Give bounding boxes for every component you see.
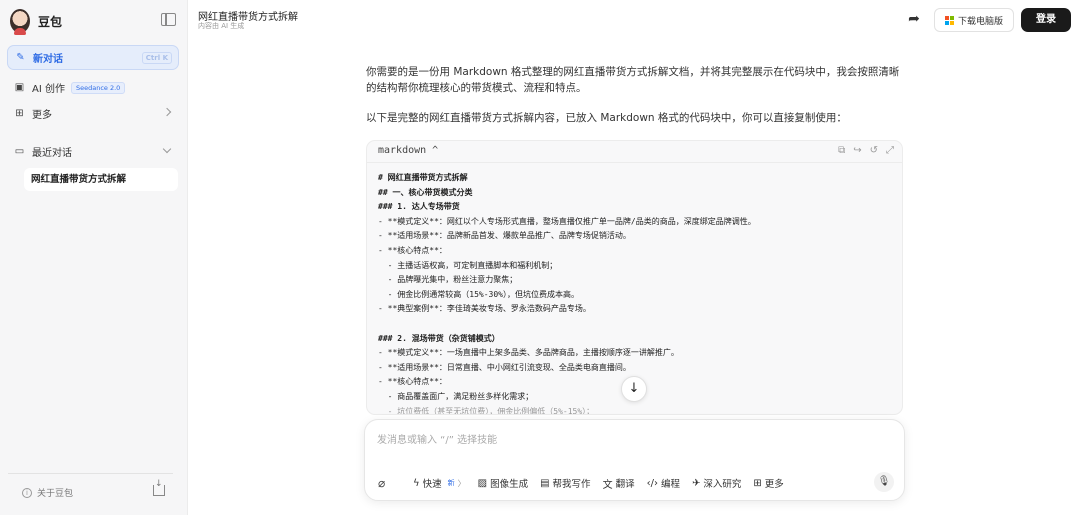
code-line: - 坑位费低（甚至无坑位费），佣金比例偏低（5%-15%）； [378, 406, 595, 415]
code-button[interactable]: ‹/› 编程 [647, 475, 680, 491]
code-line: ### 1. 达人专场带货 [378, 202, 460, 212]
image-gen-button[interactable]: ▨ 图像生成 [478, 475, 528, 491]
chevron-right-icon [162, 107, 172, 117]
writing-button[interactable]: ▤ 帮我写作 [540, 475, 590, 491]
tool-label: 帮我写作 [552, 479, 591, 490]
microphone-icon[interactable]: 🎙 [874, 472, 894, 492]
page-subtitle: 内容由 AI 生成 [198, 22, 245, 30]
code-line: - **典型案例**：李佳琦美妆专场、罗永浩数码产品专场。 [378, 304, 591, 314]
shortcut-badge: Ctrl K [141, 52, 172, 64]
more-tools-button[interactable]: ⊞ 更多 [753, 475, 783, 491]
code-block-header: markdown ^ ⧉ ↪ ↺ ⤢ [367, 141, 902, 163]
tool-label: 图像生成 [490, 479, 529, 490]
code-line: - **适用场景**：品牌新品首发、爆款单品推广、品牌专场促销活动。 [378, 231, 631, 241]
chat-bubble-icon: ▭ [14, 146, 25, 157]
expand-icon[interactable]: ⤢ [886, 145, 894, 156]
code-line: ## 一、核心带货模式分类 [378, 187, 473, 197]
info-icon: i [22, 487, 32, 498]
attach-icon[interactable]: ⌀ [378, 476, 385, 490]
chat-input-box[interactable]: 发消息或输入 “/” 选择技能 ⌀ ϟ 快速 新 〉 ▨ 图像生成 ▤ 帮我写作… [364, 419, 905, 501]
code-line: - **核心特点**： [378, 245, 447, 255]
code-block: markdown ^ ⧉ ↪ ↺ ⤢ # 网红直播带货方式拆解 ## 一、核心带… [366, 140, 903, 415]
code-icon: ‹/› [646, 477, 658, 489]
quick-mode-button[interactable]: ϟ 快速 新 〉 [413, 475, 466, 491]
seedance-badge: Seedance 2.0 [70, 81, 126, 94]
grid-icon: ⊞ [15, 108, 24, 119]
chevron-icon: 〉 [457, 478, 466, 488]
doubao-avatar-icon [10, 9, 30, 35]
tool-label: 翻译 [615, 479, 635, 490]
sidebar-item-new-chat[interactable]: ✎ 新对话 Ctrl K [7, 45, 179, 70]
code-line: - 佣金比例通常较高（15%-30%），但坑位费成本高。 [378, 289, 579, 299]
sidebar-item-label: 新对话 [33, 54, 63, 65]
about-link[interactable]: i 关于豆包 [22, 486, 73, 499]
about-label: 关于豆包 [37, 489, 74, 499]
windows-icon [944, 15, 954, 25]
brand-name: 豆包 [38, 14, 63, 29]
sidebar-item-label: AI 创作 [32, 84, 65, 95]
code-tools: ⧉ ↪ ↺ ⤢ [838, 145, 894, 156]
sidebar-item-recent[interactable]: ▭ 最近对话 [7, 139, 179, 164]
recent-chat-item[interactable]: 网红直播带货方式拆解 [24, 168, 178, 191]
copy-icon[interactable]: ⧉ [838, 145, 845, 156]
write-icon: ▤ [540, 477, 550, 489]
sidebar-item-ai-create[interactable]: ▣ AI 创作 Seedance 2.0 [7, 75, 179, 100]
code-language-toggle[interactable]: markdown ^ [378, 145, 438, 156]
sidebar-item-label: 更多 [32, 110, 52, 121]
brand[interactable]: 豆包 [10, 8, 63, 35]
login-button[interactable]: 登录 [1021, 8, 1071, 32]
skill-toolbar: ϟ 快速 新 〉 ▨ 图像生成 ▤ 帮我写作 文 翻译 ‹/› 编程 ✈ 深入研… [413, 475, 784, 491]
share-icon[interactable]: ➦ [905, 10, 923, 28]
collapse-sidebar-icon[interactable] [161, 13, 176, 26]
scroll-to-bottom-button[interactable]: ↓ [621, 376, 647, 402]
download-icon[interactable] [153, 479, 165, 496]
code-line: - **模式定义**：一场直播中上架多品类、多品牌商品，主播按顺序逐一讲解推广。 [378, 348, 679, 358]
tool-label: 编程 [660, 479, 680, 490]
tool-label: 更多 [764, 479, 784, 490]
grid-icon: ⊞ [753, 477, 762, 489]
code-line: - **适用场景**：日常直播、中小网红引流变现、全品类电商直播间。 [378, 362, 631, 372]
code-line: - 品牌曝光集中，粉丝注意力聚焦； [378, 275, 518, 285]
sidebar-item-label: 最近对话 [32, 148, 72, 159]
lightning-icon: ϟ [413, 477, 420, 489]
sidebar: 豆包 ✎ 新对话 Ctrl K ▣ AI 创作 Seedance 2.0 ⊞ 更… [0, 0, 188, 515]
image-icon: ▨ [477, 477, 488, 489]
wrap-icon[interactable]: ↺ [870, 145, 878, 156]
code-line: ### 2. 混场带货（杂货铺模式） [378, 333, 500, 343]
chevron-down-icon [162, 144, 172, 154]
tool-label: 快速 [422, 479, 442, 490]
translate-icon: 文 [602, 479, 613, 491]
code-line: # 网红直播带货方式拆解 [378, 173, 468, 182]
assistant-paragraph: 你需要的是一份用 Markdown 格式整理的网红直播带货方式拆解文档，并将其完… [366, 66, 900, 94]
download-label: 下载电脑版 [957, 16, 1003, 27]
image-icon: ▣ [14, 82, 25, 93]
translate-button[interactable]: 文 翻译 [603, 475, 635, 491]
deep-research-button[interactable]: ✈ 深入研究 [692, 475, 741, 491]
new-chat-icon: ✎ [16, 52, 25, 63]
code-line: - 主播话语权高，可定制直播脚本和福利机制； [378, 260, 558, 270]
share-code-icon[interactable]: ↪ [853, 145, 861, 156]
divider [8, 473, 173, 474]
assistant-paragraph: 以下是完整的网红直播带货方式拆解内容，已放入 Markdown 格式的代码块中，… [366, 112, 847, 124]
tool-label: 深入研究 [703, 479, 742, 490]
new-tag: 新 [447, 479, 455, 487]
code-line: - **模式定义**：网红以个人专场形式直播，整场直播仅推广单一品牌/品类的商品… [378, 216, 756, 226]
telescope-icon: ✈ [691, 477, 701, 489]
download-desktop-button[interactable]: 下载电脑版 [934, 8, 1014, 32]
chat-input[interactable]: 发消息或输入 “/” 选择技能 [377, 431, 497, 446]
sidebar-item-more[interactable]: ⊞ 更多 [7, 101, 179, 126]
